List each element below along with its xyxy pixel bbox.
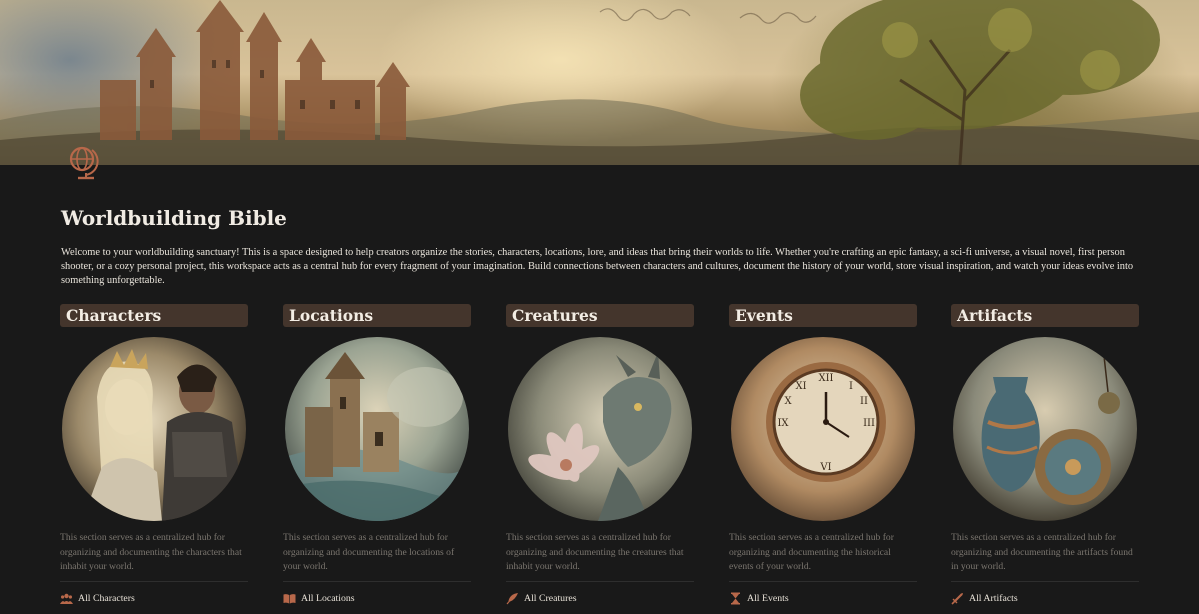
all-characters-link[interactable]: All Characters: [60, 591, 135, 605]
globe-icon[interactable]: [64, 142, 104, 182]
svg-text:III: III: [863, 418, 875, 429]
locations-medallion[interactable]: [285, 337, 469, 521]
svg-text:VI: VI: [819, 462, 831, 473]
svg-text:X: X: [784, 396, 792, 407]
all-events-link[interactable]: All Events: [729, 591, 789, 605]
page-intro: Welcome to your worldbuilding sanctuary!…: [61, 247, 1134, 286]
section-header-events: Events: [729, 304, 917, 327]
book-open-icon: [283, 592, 296, 605]
all-creatures-link[interactable]: All Creatures: [506, 591, 577, 605]
svg-text:XII: XII: [818, 373, 833, 384]
svg-text:I: I: [849, 381, 853, 392]
feather-icon: [506, 592, 519, 605]
section-description: This section serves as a centralized hub…: [60, 532, 242, 572]
sword-icon: [951, 592, 964, 605]
link-label: All Events: [747, 592, 789, 604]
section-divider: [283, 581, 471, 582]
section-header-artifacts: Artifacts: [951, 304, 1139, 327]
all-artifacts-link[interactable]: All Artifacts: [951, 591, 1018, 605]
section-header-creatures: Creatures: [506, 304, 694, 327]
section-description: This section serves as a centralized hub…: [729, 532, 894, 572]
link-label: All Creatures: [524, 592, 577, 604]
creatures-medallion[interactable]: [508, 337, 692, 521]
section-card-locations: Locations This section serves as a centr…: [283, 304, 471, 604]
section-divider: [60, 581, 248, 582]
svg-text:II: II: [860, 396, 868, 407]
section-header-locations: Locations: [283, 304, 471, 327]
cover-painting: [0, 0, 1199, 165]
events-medallion[interactable]: XII III VI IX I II XI X: [731, 337, 915, 521]
section-description: This section serves as a centralized hub…: [283, 532, 455, 572]
section-divider: [506, 581, 694, 582]
svg-text:IX: IX: [777, 418, 789, 429]
section-card-events: Events XII III VI IX I II XI X This section …: [729, 304, 917, 604]
section-description: This section serves as a centralized hub…: [506, 532, 684, 572]
section-card-creatures: Creatures This section serves as a centr: [506, 304, 694, 604]
characters-medallion[interactable]: [62, 337, 246, 521]
link-label: All Locations: [301, 592, 355, 604]
cover-image: [0, 0, 1199, 165]
section-description: This section serves as a centralized hub…: [951, 532, 1133, 572]
artifacts-medallion[interactable]: [953, 337, 1137, 521]
section-divider: [729, 581, 917, 582]
hourglass-icon: [729, 592, 742, 605]
all-locations-link[interactable]: All Locations: [283, 591, 355, 605]
people-icon: [60, 592, 73, 605]
section-card-characters: Characters This section serves as a cent…: [60, 304, 248, 604]
section-header-characters: Characters: [60, 304, 248, 327]
svg-text:XI: XI: [795, 381, 806, 392]
link-label: All Artifacts: [969, 592, 1018, 604]
link-label: All Characters: [78, 592, 135, 604]
page-title: Worldbuilding Bible: [61, 206, 287, 230]
section-divider: [951, 581, 1139, 582]
section-card-artifacts: Artifacts This section serves as a centr…: [951, 304, 1139, 605]
